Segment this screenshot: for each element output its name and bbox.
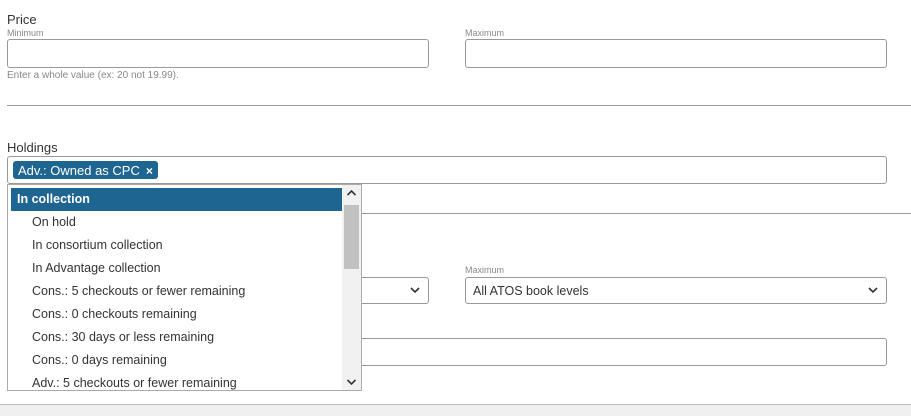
scroll-up-button[interactable] [342,185,361,202]
price-min-input[interactable] [7,39,429,68]
scroll-down-button[interactable] [342,373,361,390]
section-divider-2 [362,213,911,214]
chevron-up-icon [346,189,357,196]
dropdown-option[interactable]: Adv.: 5 checkouts or fewer remaining [11,372,342,390]
chevron-down-icon [346,379,357,386]
dropdown-options: In collection On hold In consortium collec… [11,188,342,390]
text-input-partial[interactable] [300,338,887,366]
dropdown-scrollbar[interactable] [342,185,361,390]
dropdown-option[interactable]: Cons.: 5 checkouts or fewer remaining [11,280,342,303]
holdings-dropdown-list[interactable]: In collection On hold In consortium collec… [7,184,362,391]
chevron-down-icon [410,287,420,294]
scrollbar-thumb[interactable] [344,205,359,269]
holdings-token: Adv.: Owned as CPC × [13,161,158,179]
price-max-label: Maximum [465,28,505,38]
price-max-input[interactable] [465,39,887,68]
holdings-token-label: Adv.: Owned as CPC [18,163,140,178]
dropdown-option[interactable]: In consortium collection [11,234,342,257]
atos-max-label: Maximum [465,265,505,275]
chevron-down-icon [868,287,878,294]
dropdown-option[interactable]: Cons.: 30 days or less remaining [11,326,342,349]
section-divider [7,105,911,106]
dropdown-option[interactable]: In Advantage collection [11,257,342,280]
remove-token-icon[interactable]: × [146,164,153,178]
dropdown-option[interactable]: Cons.: 0 days remaining [11,349,342,372]
dropdown-option[interactable]: On hold [11,211,342,234]
price-section-title: Price [7,12,37,27]
dropdown-group-header[interactable]: In collection [11,188,342,211]
holdings-multiselect[interactable]: Adv.: Owned as CPC × [7,156,887,184]
bottom-edge-bar [0,404,911,416]
price-min-label: Minimum [7,28,44,38]
dropdown-option[interactable]: Cons.: 0 checkouts remaining [11,303,342,326]
atos-max-value: All ATOS book levels [473,284,589,298]
holdings-section-title: Holdings [7,140,58,155]
atos-max-select[interactable]: All ATOS book levels [465,277,887,304]
price-hint: Enter a whole value (ex: 20 not 19.99). [7,70,179,81]
